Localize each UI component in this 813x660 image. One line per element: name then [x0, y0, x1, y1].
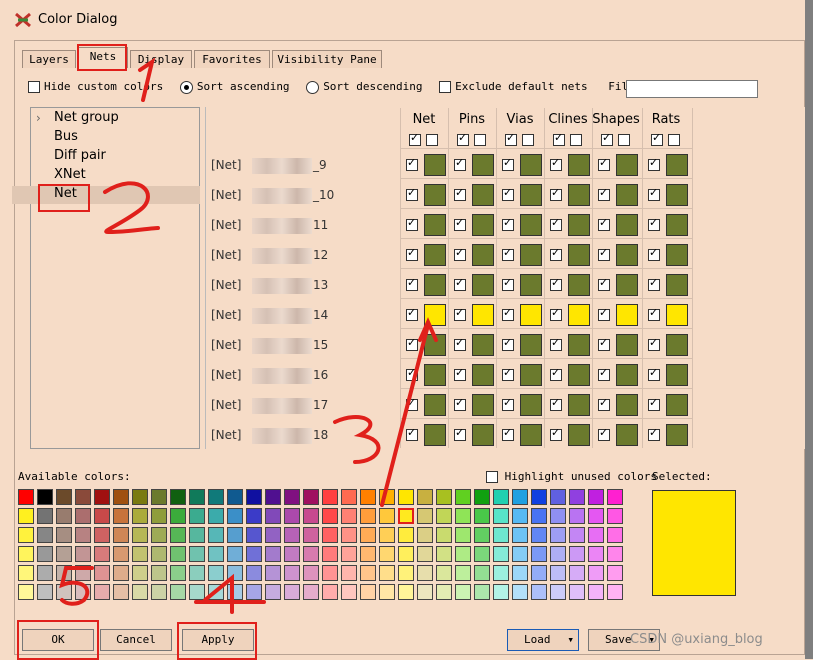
- annotation-overlay: 1 2 3 4 5: [59, 57, 438, 614]
- annotation-3: 3: [360, 439, 368, 453]
